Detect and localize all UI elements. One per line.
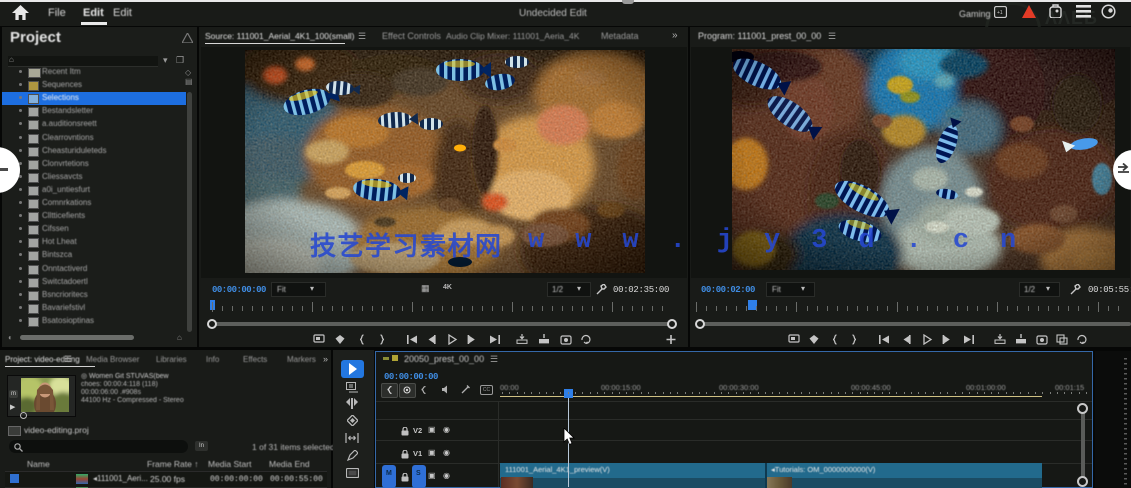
svg-text:+1: +1 xyxy=(997,10,1003,16)
